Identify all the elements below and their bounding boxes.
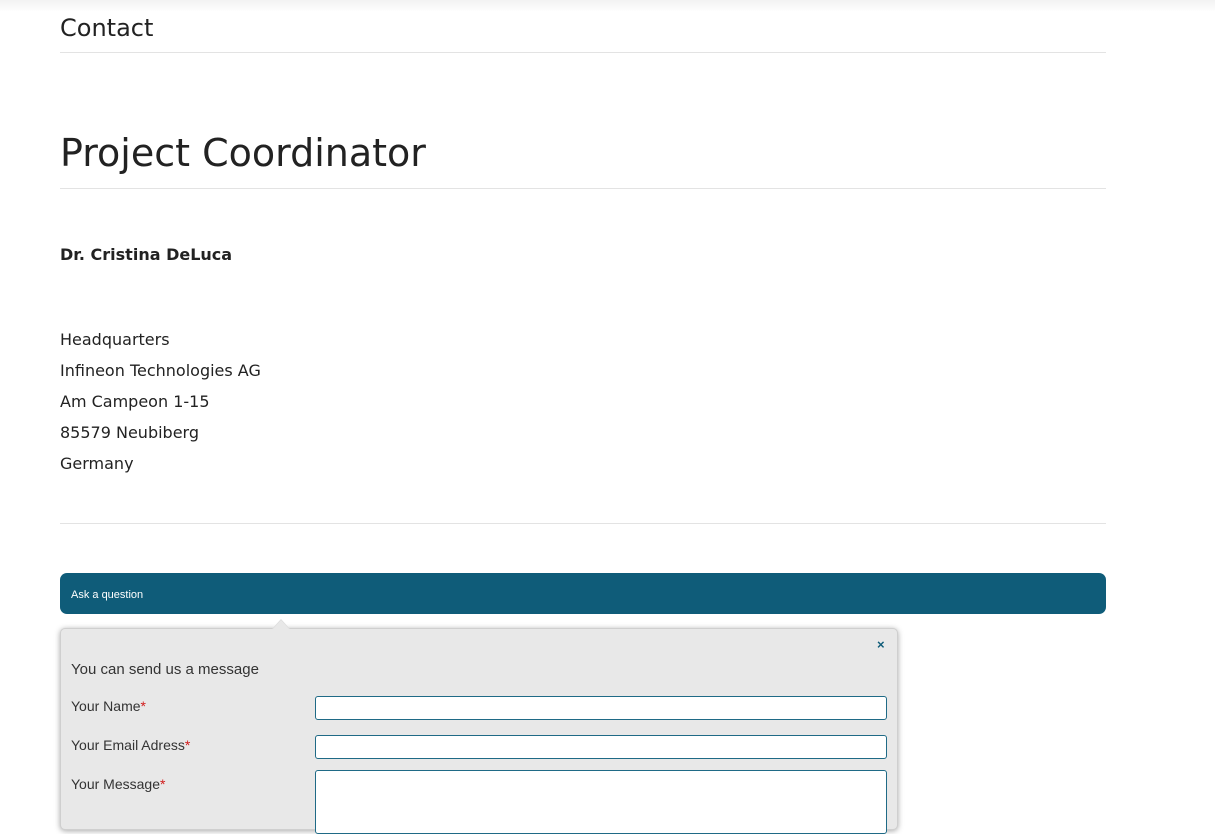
name-label-text: Your Name [71,698,141,714]
message-textarea[interactable] [315,770,887,834]
section-heading: Contact [60,14,154,42]
name-input[interactable] [315,696,887,720]
person-name: Dr. Cristina DeLuca [60,245,233,264]
close-icon[interactable]: × [877,637,885,652]
address-line: Am Campeon 1-15 [60,392,210,411]
ask-question-button[interactable]: Ask a question [60,573,1106,614]
divider [60,188,1106,189]
name-label: Your Name* [71,698,146,714]
required-marker: * [184,737,191,753]
address-line: 85579 Neubiberg [60,423,199,442]
required-marker: * [140,698,146,714]
form-intro: You can send us a message [71,661,259,678]
popup-pointer [272,619,290,629]
divider [60,523,1106,524]
email-label: Your Email Adress* [71,737,190,753]
page-title: Project Coordinator [60,131,426,175]
divider [60,52,1106,53]
message-label: Your Message* [71,776,165,792]
message-label-text: Your Message [71,776,160,792]
email-input[interactable] [315,735,887,759]
page-content: Contact Project Coordinator Dr. Cristina… [60,0,1106,834]
address-line: Infineon Technologies AG [60,361,261,380]
address-line: Germany [60,454,134,473]
required-marker: * [159,776,166,792]
ask-question-label: Ask a question [71,589,144,601]
email-label-text: Your Email Adress [71,737,185,753]
address-block: Headquarters Infineon Technologies AG Am… [60,324,261,479]
address-line: Headquarters [60,330,170,349]
